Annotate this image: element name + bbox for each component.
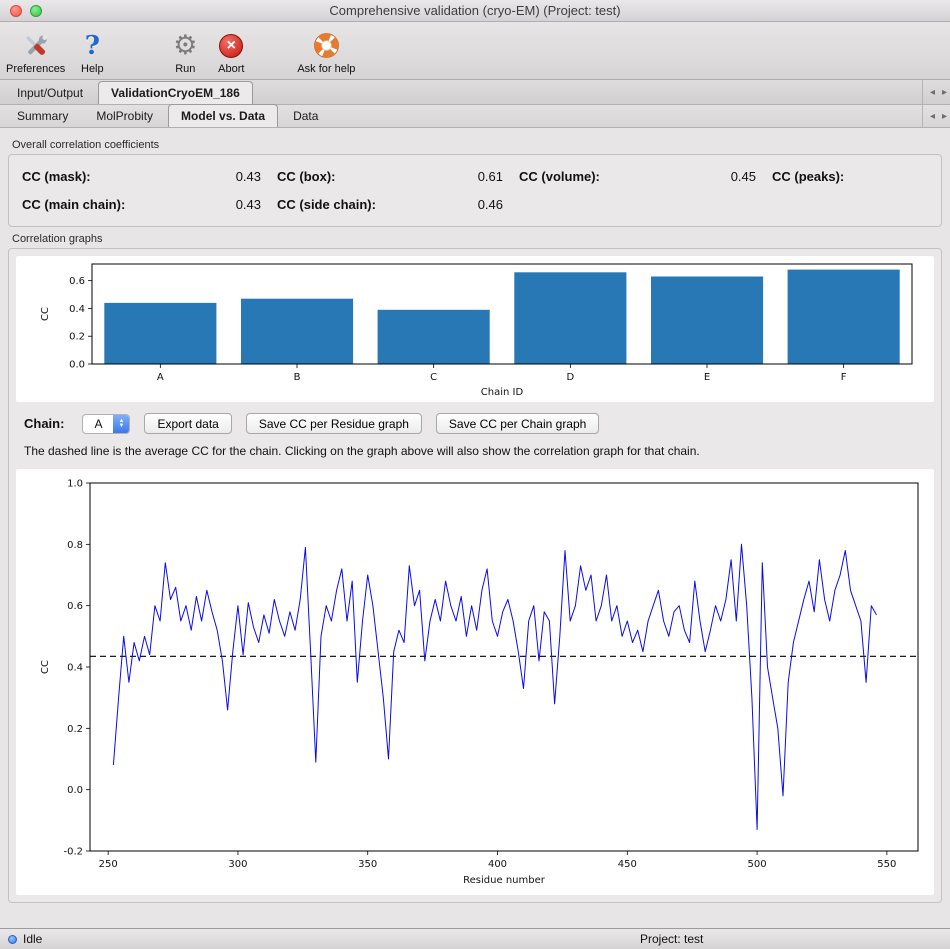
svg-text:350: 350 <box>358 859 377 870</box>
chain-select[interactable]: A ▲▼ <box>82 414 130 434</box>
abort-label: Abort <box>218 63 244 75</box>
gear-icon: ⚙ <box>173 30 197 61</box>
svg-text:450: 450 <box>618 859 637 870</box>
svg-text:-0.2: -0.2 <box>63 847 83 858</box>
svg-text:550: 550 <box>877 859 896 870</box>
cc-box-value: 0.61 <box>439 169 519 184</box>
svg-text:500: 500 <box>748 859 767 870</box>
tools-icon <box>21 30 51 61</box>
svg-text:0.6: 0.6 <box>69 276 85 287</box>
cc-mask-label: CC (mask): <box>22 169 172 184</box>
svg-text:C: C <box>430 372 437 383</box>
svg-text:CC: CC <box>40 660 51 674</box>
svg-text:0.2: 0.2 <box>69 332 85 343</box>
app-window: Comprehensive validation (cryo-EM) (Proj… <box>0 0 950 903</box>
tab-scroll-right-icon[interactable]: ▸ <box>942 87 947 98</box>
overall-cc-group-label: Overall correlation coefficients <box>12 139 942 151</box>
outer-tabstrip: Input/Output ValidationCryoEM_186 ◂ ▸ <box>0 80 950 105</box>
correlation-graphs-group-label: Correlation graphs <box>12 233 942 245</box>
cc-stats-grid: CC (mask): 0.43 CC (box): 0.61 CC (volum… <box>14 160 936 221</box>
titlebar: Comprehensive validation (cryo-EM) (Proj… <box>0 0 950 22</box>
status-text: Idle <box>23 932 42 946</box>
status-dot-icon <box>8 935 17 944</box>
close-button[interactable] <box>10 5 22 17</box>
svg-text:0.0: 0.0 <box>69 360 85 371</box>
chain-label: Chain: <box>24 416 64 431</box>
tab-molprobity[interactable]: MolProbity <box>83 104 166 127</box>
svg-text:D: D <box>566 372 574 383</box>
cc-mask-value: 0.43 <box>172 169 277 184</box>
cc-main-chain-value: 0.43 <box>172 197 277 212</box>
tab-model-vs-data[interactable]: Model vs. Data <box>168 104 278 127</box>
toolbar: Preferences ? Help ⚙ Run × Abort Ask for… <box>0 22 950 80</box>
tab-validationcryoem-186[interactable]: ValidationCryoEM_186 <box>98 81 253 104</box>
help-label: Help <box>81 63 104 75</box>
svg-text:E: E <box>704 372 710 383</box>
main-content: Overall correlation coefficients CC (mas… <box>0 128 950 903</box>
line-chart: -0.2 0.0 0.2 0.4 0.6 0.8 1.0 250 300 350 400 450 500… <box>16 469 934 895</box>
tab-input-output[interactable]: Input/Output <box>4 81 96 104</box>
svg-text:0.0: 0.0 <box>67 785 83 796</box>
bar-chart[interactable]: 0.0 0.2 0.4 0.6 A B C D E F Chain ID CC <box>16 256 934 402</box>
tab-scroll-right-icon[interactable]: ▸ <box>942 111 947 122</box>
svg-text:0.4: 0.4 <box>69 304 85 315</box>
run-label: Run <box>175 63 195 75</box>
svg-text:250: 250 <box>99 859 118 870</box>
cc-volume-label: CC (volume): <box>519 169 687 184</box>
svg-text:Residue number: Residue number <box>463 875 546 886</box>
cc-peaks-value: 0.36 <box>922 169 950 184</box>
inner-tabstrip: Summary MolProbity Model vs. Data Data ◂… <box>0 105 950 128</box>
overall-cc-group: Overall correlation coefficients CC (mas… <box>8 139 942 227</box>
preferences-button[interactable]: Preferences <box>6 30 65 75</box>
help-button[interactable]: ? Help <box>65 30 119 75</box>
chain-select-value: A <box>83 415 113 433</box>
tab-scroll-left-icon[interactable]: ◂ <box>930 87 935 98</box>
export-data-button[interactable]: Export data <box>144 413 231 434</box>
overall-cc-box: CC (mask): 0.43 CC (box): 0.61 CC (volum… <box>8 154 942 227</box>
svg-text:F: F <box>841 372 847 383</box>
svg-text:Chain ID: Chain ID <box>481 387 524 398</box>
cc-box-label: CC (box): <box>277 169 439 184</box>
ask-for-help-label: Ask for help <box>297 63 355 75</box>
tab-data[interactable]: Data <box>280 104 331 127</box>
outer-tab-scroll: ◂ ▸ <box>922 80 947 104</box>
svg-text:400: 400 <box>488 859 507 870</box>
svg-text:B: B <box>294 372 301 383</box>
inner-tab-scroll: ◂ ▸ <box>922 105 947 127</box>
tab-scroll-left-icon[interactable]: ◂ <box>930 111 935 122</box>
statusbar: Idle Project: test <box>0 928 950 949</box>
save-cc-per-chain-button[interactable]: Save CC per Chain graph <box>436 413 599 434</box>
svg-text:0.6: 0.6 <box>67 601 83 612</box>
correlation-graphs-group: Correlation graphs 0.0 0.2 0.4 0.6 A B C D E F Cha… <box>8 233 942 903</box>
svg-text:300: 300 <box>228 859 247 870</box>
svg-text:0.8: 0.8 <box>67 540 83 551</box>
preferences-label: Preferences <box>6 63 65 75</box>
cc-main-chain-label: CC (main chain): <box>22 197 172 212</box>
ask-for-help-button[interactable]: Ask for help <box>297 30 355 75</box>
cc-side-chain-value: 0.46 <box>439 197 519 212</box>
chain-controls: Chain: A ▲▼ Export data Save CC per Resi… <box>14 404 936 439</box>
cc-side-chain-label: CC (side chain): <box>277 197 439 212</box>
traffic-lights <box>10 5 42 17</box>
svg-text:CC: CC <box>40 307 51 321</box>
project-label: Project: test <box>640 932 703 946</box>
abort-button[interactable]: × Abort <box>209 30 253 75</box>
chevron-up-down-icon: ▲▼ <box>113 415 129 433</box>
correlation-graphs-box: 0.0 0.2 0.4 0.6 A B C D E F Chain ID CC Chain: A ▲▼… <box>8 248 942 903</box>
cc-volume-value: 0.45 <box>687 169 772 184</box>
svg-text:1.0: 1.0 <box>67 479 83 490</box>
window-title: Comprehensive validation (cryo-EM) (Proj… <box>329 3 620 18</box>
run-button[interactable]: ⚙ Run <box>165 30 205 75</box>
dashed-line-note: The dashed line is the average CC for th… <box>14 439 936 467</box>
zoom-button[interactable] <box>30 5 42 17</box>
svg-text:0.4: 0.4 <box>67 663 83 674</box>
tab-summary[interactable]: Summary <box>4 104 81 127</box>
cc-peaks-label: CC (peaks): <box>772 169 922 184</box>
abort-icon: × <box>219 30 243 61</box>
svg-text:0.2: 0.2 <box>67 724 83 735</box>
svg-text:A: A <box>157 372 164 383</box>
question-icon: ? <box>85 30 100 61</box>
save-cc-per-residue-button[interactable]: Save CC per Residue graph <box>246 413 422 434</box>
lifebuoy-icon <box>313 30 340 61</box>
